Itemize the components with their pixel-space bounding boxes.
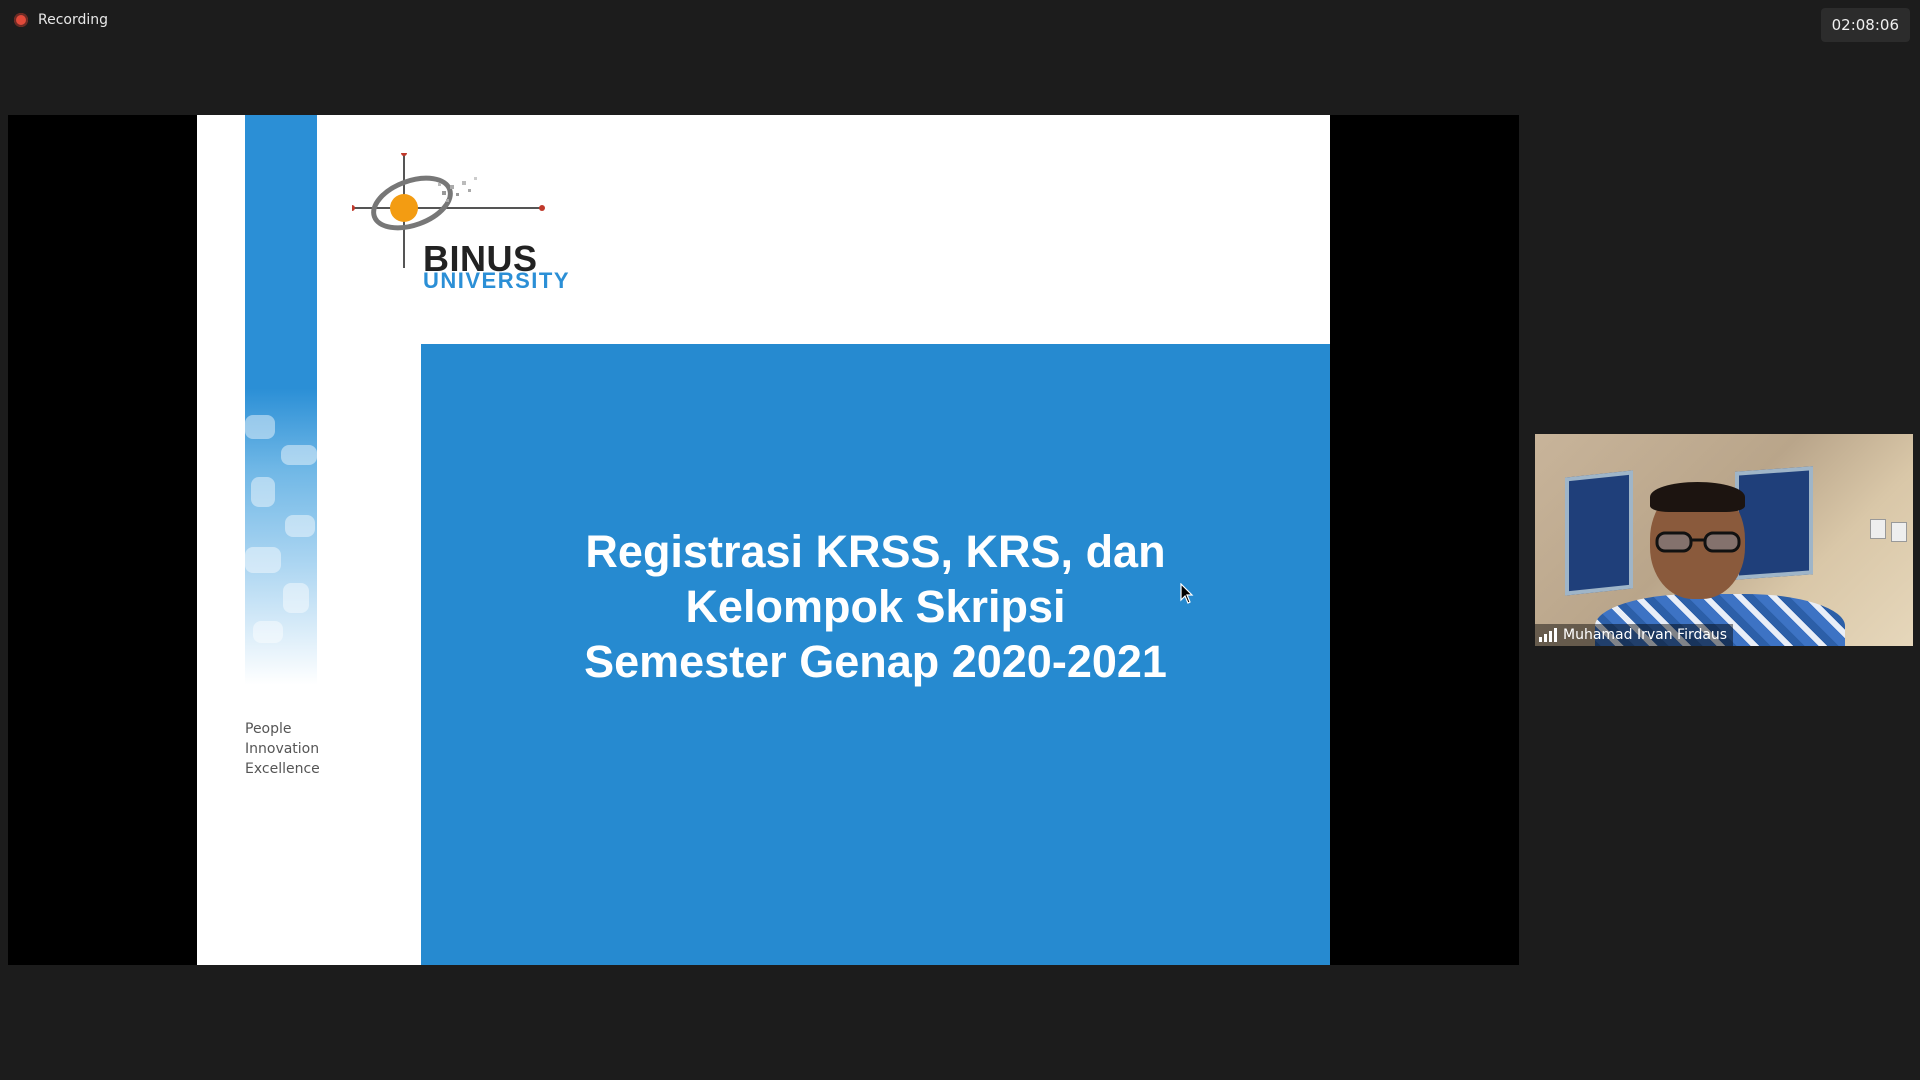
slide-title-panel: Registrasi KRSS, KRS, dan Kelompok Skrip… <box>421 344 1330 965</box>
recording-label: Recording <box>38 12 109 28</box>
slide-title: Registrasi KRSS, KRS, dan Kelompok Skrip… <box>421 524 1330 689</box>
participant-video-tile[interactable]: Muhamad Irvan Firdaus <box>1535 434 1913 646</box>
participant-name: Muhamad Irvan Firdaus <box>1563 627 1728 643</box>
participant-name-label: Muhamad Irvan Firdaus <box>1535 624 1734 646</box>
slide-decorative-stripe <box>245 115 317 685</box>
shared-screen: BINUS UNIVERSITY People Innovation Excel… <box>8 115 1519 965</box>
person-hair <box>1650 482 1745 512</box>
mouse-cursor-icon <box>1180 583 1194 604</box>
wall-switch <box>1891 522 1907 542</box>
tagline-line: Excellence <box>245 761 320 777</box>
recording-dot-icon <box>14 13 28 27</box>
slide-title-line: Semester Genap 2020-2021 <box>584 636 1167 687</box>
wall-poster <box>1735 466 1813 580</box>
recording-indicator[interactable]: Recording <box>14 12 108 28</box>
presentation-slide: BINUS UNIVERSITY People Innovation Excel… <box>197 115 1330 965</box>
signal-bars-icon <box>1539 628 1557 642</box>
slide-tagline: People Innovation Excellence <box>245 719 320 779</box>
logo-text-university: UNIVERSITY <box>423 268 571 293</box>
meeting-timer: 02:08:06 <box>1820 8 1910 42</box>
glasses-icon <box>1655 531 1741 553</box>
slide-title-line: Registrasi KRSS, KRS, dan <box>585 526 1166 577</box>
wall-switch <box>1870 519 1886 539</box>
tagline-line: Innovation <box>245 741 320 757</box>
wall-poster <box>1565 470 1633 596</box>
tagline-line: People <box>245 721 292 737</box>
